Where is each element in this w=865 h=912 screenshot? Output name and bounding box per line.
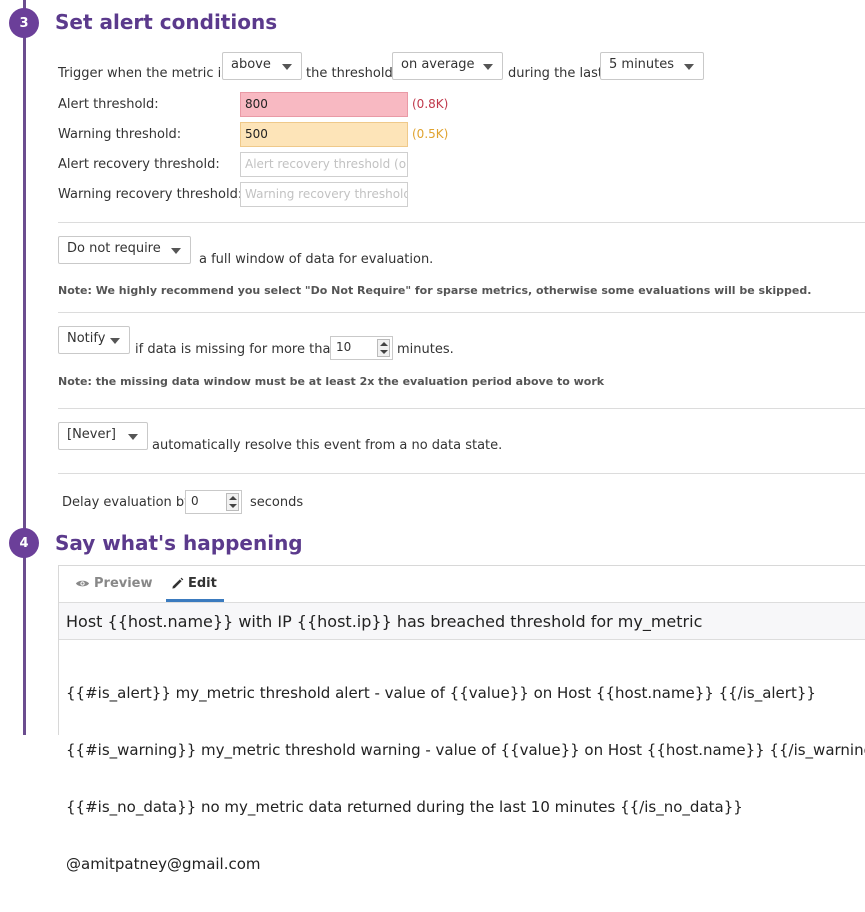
step-badge-3: 3 [9, 8, 39, 38]
warning-recovery-input[interactable]: Warning recovery threshold (optional) [240, 182, 408, 207]
tab-preview-label: Preview [94, 576, 153, 591]
window-select[interactable]: 5 minutes [600, 52, 704, 80]
chevron-down-icon [128, 434, 138, 440]
trigger-mid-label: the threshold [306, 66, 393, 81]
divider [58, 312, 865, 313]
stepper-arrows-icon[interactable] [377, 339, 390, 357]
full-window-select-value: Do not require [67, 241, 161, 256]
section-title-alert-conditions: Set alert conditions [55, 10, 278, 34]
auto-resolve-select-value: [Never] [67, 427, 116, 442]
editor-tabs: Preview Edit [59, 566, 865, 602]
eye-icon [75, 580, 90, 587]
comparison-select-value: above [231, 57, 271, 72]
chevron-down-icon [483, 64, 493, 70]
missing-data-note: Note: the missing data window must be at… [58, 375, 605, 388]
full-window-select[interactable]: Do not require [58, 236, 191, 264]
warning-threshold-input[interactable]: 500 [240, 122, 408, 147]
full-window-text: a full window of data for evaluation. [199, 252, 434, 267]
pencil-icon [172, 577, 184, 589]
alert-threshold-hint: (0.8K) [412, 97, 449, 111]
missing-data-text: if data is missing for more than [135, 342, 339, 357]
message-editor: Preview Edit Host {{host.name}} with IP … [58, 565, 865, 873]
divider [58, 408, 865, 409]
message-body-line: {{#is_alert}} my_metric threshold alert … [66, 684, 816, 702]
chevron-down-icon [684, 64, 694, 70]
tab-edit[interactable]: Edit [171, 576, 217, 591]
missing-data-select[interactable]: Notify [58, 326, 130, 354]
auto-resolve-text: automatically resolve this event from a … [152, 438, 503, 453]
auto-resolve-select[interactable]: [Never] [58, 422, 148, 450]
missing-data-minutes-value: 10 [336, 340, 352, 354]
comparison-select[interactable]: above [222, 52, 302, 80]
alert-recovery-input[interactable]: Alert recovery threshold (optional) [240, 152, 408, 177]
step-badge-4: 4 [9, 528, 39, 558]
full-window-note: Note: We highly recommend you select "Do… [58, 284, 812, 297]
missing-data-minutes-stepper[interactable]: 10 [330, 336, 393, 360]
tab-preview[interactable]: Preview [75, 576, 153, 591]
trigger-suffix-label: during the last [508, 66, 603, 81]
tab-edit-label: Edit [188, 576, 217, 591]
window-select-value: 5 minutes [609, 57, 675, 72]
delay-evaluation-value: 0 [191, 494, 199, 508]
section-title-say-whats-happening: Say what's happening [55, 531, 303, 555]
alert-threshold-input[interactable]: 800 [240, 92, 408, 117]
warning-threshold-hint: (0.5K) [412, 127, 449, 141]
missing-data-select-value: Notify [67, 331, 106, 346]
aggregation-select-value: on average [401, 57, 475, 72]
chevron-down-icon [282, 64, 292, 70]
trigger-prefix-label: Trigger when the metric is [58, 66, 229, 81]
delay-evaluation-label: Delay evaluation by [62, 495, 192, 510]
message-body-textarea[interactable]: {{#is_alert}} my_metric threshold alert … [66, 646, 865, 912]
message-body-line: {{#is_no_data}} no my_metric data return… [66, 798, 743, 816]
divider [58, 222, 865, 223]
warning-threshold-label: Warning threshold: [58, 127, 182, 142]
stepper-arrows-icon[interactable] [226, 493, 239, 511]
warning-recovery-label: Warning recovery threshold: [58, 187, 243, 202]
divider [58, 473, 865, 474]
message-subject-input[interactable]: Host {{host.name}} with IP {{host.ip}} h… [59, 602, 865, 640]
aggregation-select[interactable]: on average [392, 52, 503, 80]
delay-evaluation-unit: seconds [250, 495, 304, 510]
steps-rail [23, 0, 26, 735]
message-body-line: {{#is_warning}} my_metric threshold warn… [66, 741, 865, 759]
chevron-down-icon [171, 248, 181, 254]
missing-data-unit: minutes. [397, 342, 454, 357]
chevron-down-icon [110, 338, 120, 344]
message-body-line: @amitpatney@gmail.com [66, 855, 261, 873]
alert-recovery-label: Alert recovery threshold: [58, 157, 220, 172]
delay-evaluation-stepper[interactable]: 0 [185, 490, 242, 514]
alert-threshold-label: Alert threshold: [58, 97, 159, 112]
